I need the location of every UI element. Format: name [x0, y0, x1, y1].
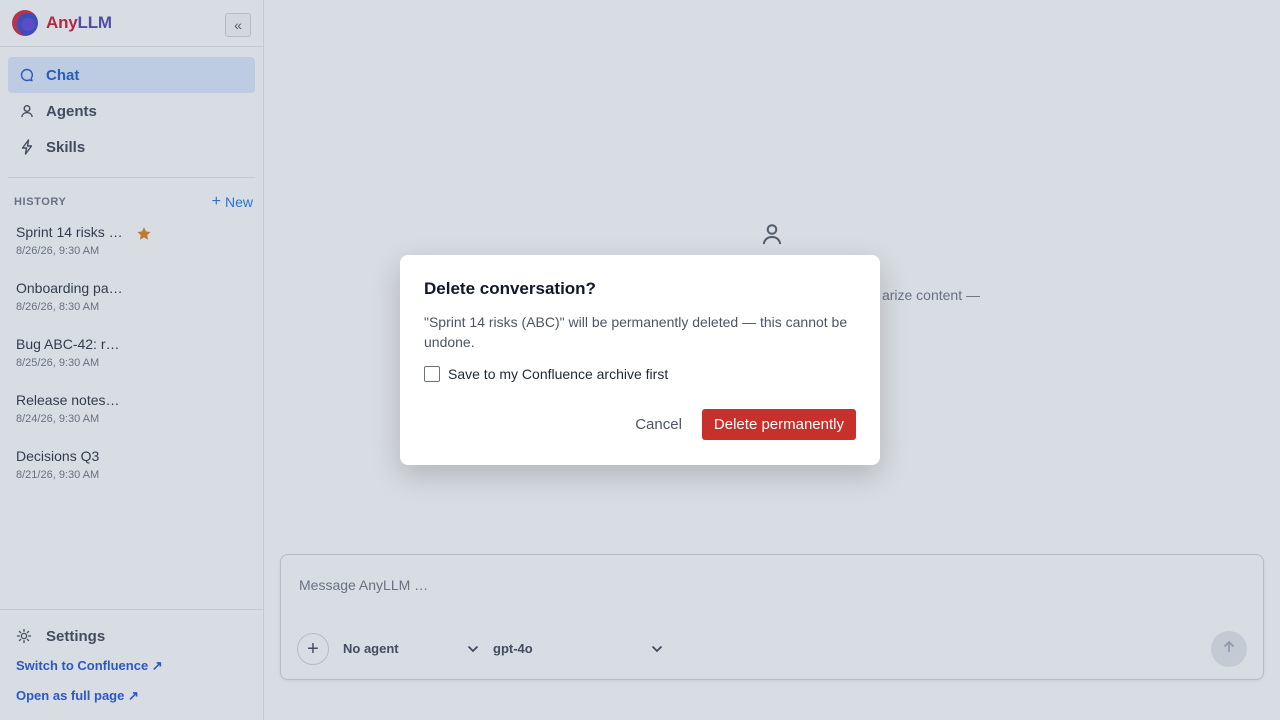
archive-checkbox-row[interactable]: Save to my Confluence archive first	[424, 366, 856, 382]
archive-checkbox-label[interactable]: Save to my Confluence archive first	[448, 366, 668, 382]
dialog-message: "Sprint 14 risks (ABC)" will be permanen…	[424, 314, 848, 350]
archive-checkbox[interactable]	[424, 366, 440, 382]
delete-permanently-button[interactable]: Delete permanently	[701, 409, 856, 440]
delete-conversation-dialog: Delete conversation? "Sprint 14 risks (A…	[400, 255, 880, 465]
dialog-actions: Cancel Delete permanently	[635, 409, 856, 440]
dialog-title: Delete conversation?	[424, 279, 596, 298]
cancel-button[interactable]: Cancel	[635, 416, 682, 433]
